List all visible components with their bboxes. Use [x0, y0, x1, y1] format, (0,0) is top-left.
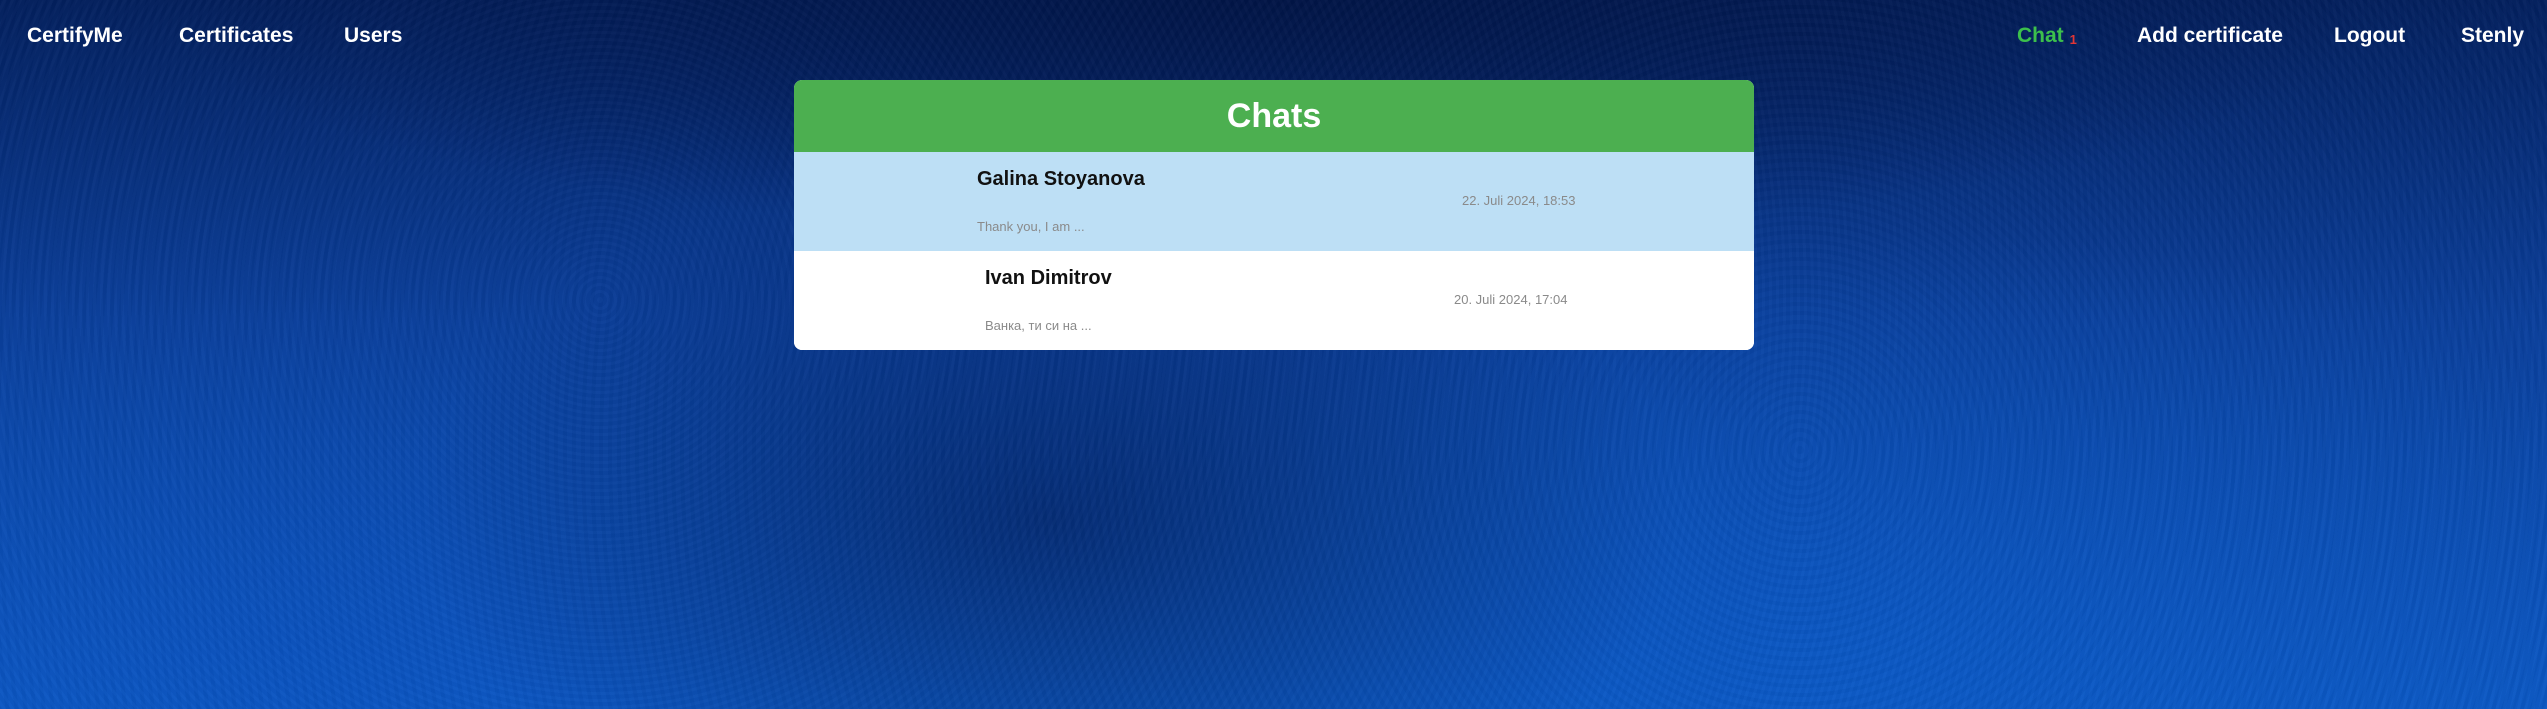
chat-contact-name: Ivan Dimitrov — [985, 267, 1112, 289]
nav-add-certificate-link[interactable]: Add certificate — [2137, 23, 2283, 49]
chat-list-item[interactable]: Ivan Dimitrov 20. Juli 2024, 17:04 Ванка… — [794, 251, 1754, 350]
nav-chat-link[interactable]: Chat 1 — [2017, 23, 2077, 53]
chat-message-preview: Ванка, ти си на ... — [985, 318, 1092, 333]
nav-certificates-link[interactable]: Certificates — [179, 23, 293, 49]
top-navbar: CertifyMe Certificates Users Chat 1 Add c… — [0, 0, 2547, 74]
nav-user-profile-link[interactable]: Stenly — [2461, 23, 2524, 49]
nav-users-link[interactable]: Users — [344, 23, 402, 49]
chat-timestamp: 20. Juli 2024, 17:04 — [1454, 292, 1568, 307]
nav-chat-label: Chat — [2017, 24, 2064, 47]
chat-contact-name: Galina Stoyanova — [977, 168, 1145, 190]
chat-message-preview: Thank you, I am ... — [977, 219, 1085, 234]
brand-link[interactable]: CertifyMe — [27, 23, 123, 49]
chats-title: Chats — [794, 80, 1754, 152]
chats-panel: Chats Galina Stoyanova 22. Juli 2024, 18… — [794, 80, 1754, 350]
chat-timestamp: 22. Juli 2024, 18:53 — [1462, 193, 1576, 208]
chat-unread-badge: 1 — [2069, 32, 2077, 47]
nav-logout-link[interactable]: Logout — [2334, 23, 2405, 49]
chat-list-item[interactable]: Galina Stoyanova 22. Juli 2024, 18:53 Th… — [794, 152, 1754, 251]
